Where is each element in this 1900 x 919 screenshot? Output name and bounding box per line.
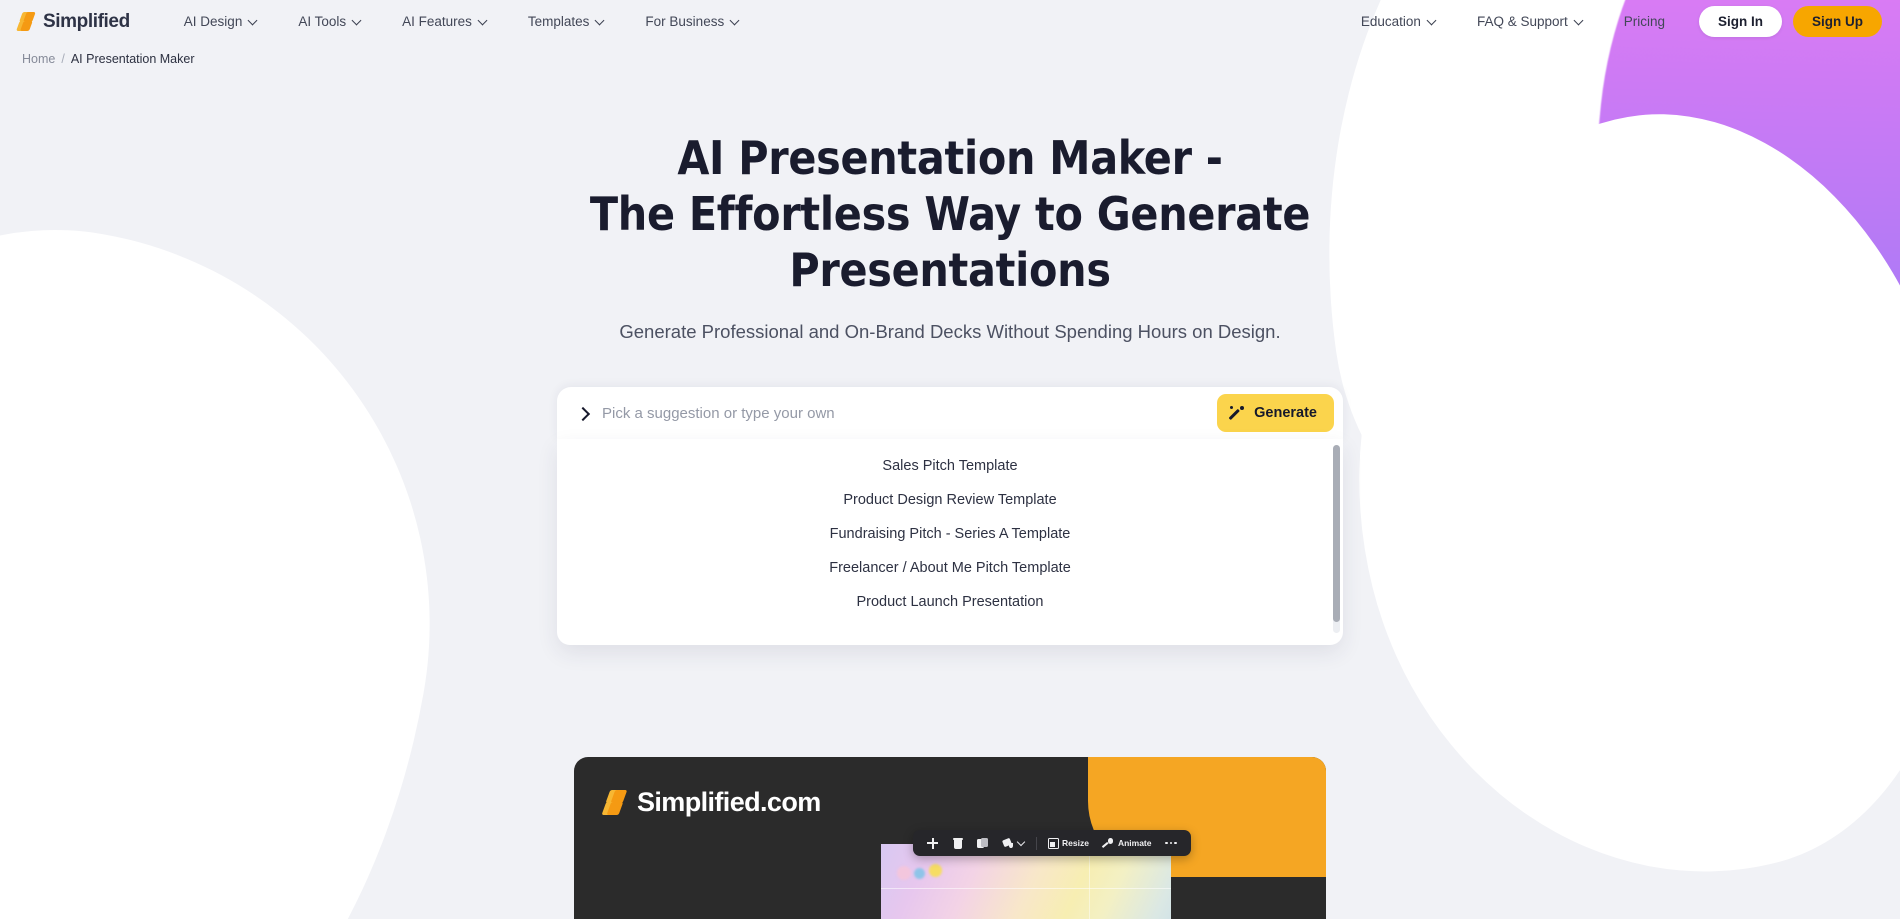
copy-icon (977, 837, 988, 849)
hero-section: AI Presentation Maker - The Effortless W… (0, 66, 1900, 919)
brand-name: Simplified (43, 10, 130, 32)
chevron-down-icon (479, 17, 488, 26)
paint-bucket-icon (1002, 838, 1013, 849)
animate-button[interactable]: Animate (1096, 830, 1159, 856)
chevron-down-icon (353, 17, 362, 26)
resize-button[interactable]: Resize (1040, 830, 1096, 856)
prompt-search-bar: Generate (557, 387, 1343, 439)
suggestion-item[interactable]: Product Launch Presentation (557, 585, 1343, 619)
page-title-line-1: AI Presentation Maker - (677, 131, 1223, 185)
nav-label: Education (1360, 14, 1421, 29)
simplified-logo-icon (601, 790, 629, 815)
duplicate-button[interactable] (970, 830, 995, 856)
plus-icon (927, 837, 938, 849)
breadcrumb-separator: / (61, 52, 65, 66)
nav-label: AI Features (402, 14, 472, 29)
suggestions-scrollbar[interactable] (1333, 445, 1340, 633)
nav-item-ai-tools[interactable]: AI Tools (278, 8, 382, 35)
preview-brand-logo: Simplified.com (601, 787, 821, 818)
slide-guide-horizontal (881, 888, 1171, 889)
nav-label: For Business (645, 14, 725, 29)
top-navigation-bar: Simplified AI Design AI Tools AI Feature… (0, 0, 1900, 43)
resize-icon (1047, 838, 1059, 849)
chevron-down-icon (596, 17, 605, 26)
generate-button[interactable]: Generate (1217, 394, 1334, 432)
slide-decor-dot-blue (914, 868, 925, 879)
suggestion-item[interactable]: Fundraising Pitch - Series A Template (557, 517, 1343, 551)
product-preview-card[interactable]: Simplified.com Resize Animate (574, 757, 1326, 919)
chevron-down-icon (731, 17, 740, 26)
add-element-button[interactable] (920, 830, 945, 856)
suggestion-item[interactable]: Product Design Review Template (557, 483, 1343, 517)
chevron-down-icon (249, 17, 258, 26)
primary-nav-links: AI Design AI Tools AI Features Templates… (164, 8, 760, 35)
magic-wand-icon (1230, 405, 1246, 421)
nav-label: Pricing (1623, 14, 1665, 29)
nav-label: Templates (527, 14, 590, 29)
page-title-line-2: The Effortless Way to Generate (589, 187, 1311, 241)
nav-item-education[interactable]: Education (1341, 8, 1457, 35)
prompt-search-widget: Generate Sales Pitch Template Product De… (557, 387, 1343, 645)
suggestions-dropdown: Sales Pitch Template Product Design Revi… (557, 439, 1343, 645)
more-options-button[interactable] (1158, 830, 1183, 856)
animate-icon (1103, 838, 1114, 849)
nav-item-pricing[interactable]: Pricing (1604, 8, 1685, 35)
color-picker-button[interactable] (995, 830, 1033, 856)
sign-in-button[interactable]: Sign In (1699, 6, 1782, 37)
generate-button-label: Generate (1254, 405, 1317, 421)
simplified-logo-icon (16, 12, 37, 31)
breadcrumb-home[interactable]: Home (22, 52, 55, 66)
nav-item-ai-design[interactable]: AI Design (164, 8, 279, 35)
slide-decor-dot-pink (897, 866, 911, 880)
prompt-input[interactable] (602, 404, 1218, 422)
chevron-down-icon (1018, 839, 1026, 847)
chevron-right-icon (577, 406, 590, 421)
simplified-logo[interactable]: Simplified (16, 10, 130, 33)
editor-floating-toolbar: Resize Animate (913, 830, 1191, 856)
nav-item-ai-features[interactable]: AI Features (382, 8, 508, 35)
delete-button[interactable] (945, 830, 970, 856)
nav-label: AI Tools (298, 14, 347, 29)
secondary-nav-links: Education FAQ & Support Pricing Sign In … (1341, 6, 1882, 37)
page-subtitle: Generate Professional and On-Brand Decks… (619, 321, 1281, 342)
chevron-down-icon (1428, 17, 1437, 26)
sign-up-button[interactable]: Sign Up (1793, 6, 1882, 37)
preview-brand-name: Simplified.com (637, 787, 821, 817)
suggestion-item[interactable]: Sales Pitch Template (557, 449, 1343, 483)
breadcrumb: Home / AI Presentation Maker (0, 43, 1900, 66)
page-title-line-3: Presentations (789, 243, 1111, 297)
resize-label: Resize (1062, 838, 1089, 848)
slide-decor-dot-yellow (929, 864, 942, 877)
breadcrumb-current: AI Presentation Maker (70, 52, 195, 66)
animate-label: Animate (1117, 838, 1152, 848)
nav-label: AI Design (183, 14, 243, 29)
nav-item-templates[interactable]: Templates (508, 8, 626, 35)
suggestion-item[interactable]: Freelancer / About Me Pitch Template (557, 551, 1343, 585)
toolbar-divider (1036, 836, 1037, 850)
page-title: AI Presentation Maker - The Effortless W… (0, 130, 1900, 298)
nav-label: FAQ & Support (1476, 14, 1568, 29)
nav-item-for-business[interactable]: For Business (625, 8, 760, 35)
chevron-down-icon (1575, 17, 1584, 26)
trash-icon (952, 838, 963, 849)
nav-item-faq-support[interactable]: FAQ & Support (1457, 8, 1604, 35)
